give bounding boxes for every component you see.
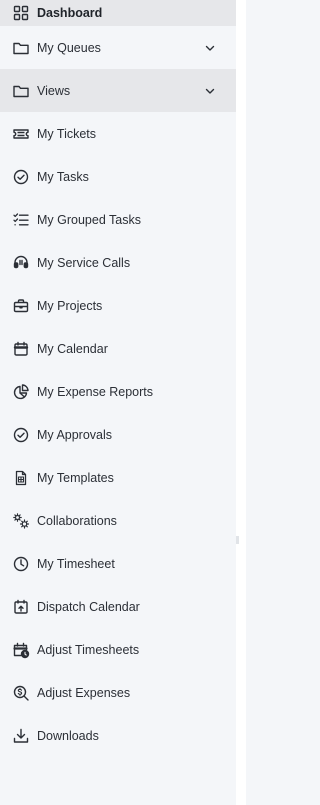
- check-circle-icon: [12, 168, 30, 186]
- chevron-down-icon[interactable]: [204, 85, 216, 97]
- sidebar-nav: Dashboard My Queues Views My Tickets My …: [0, 0, 236, 757]
- sidebar: Dashboard My Queues Views My Tickets My …: [0, 0, 236, 805]
- folder-icon: [12, 39, 30, 57]
- calendar-upload-icon: [12, 598, 30, 616]
- sidebar-item-label: Collaborations: [37, 513, 117, 528]
- sidebar-item-my-timesheet[interactable]: My Timesheet: [0, 542, 236, 585]
- sidebar-item-collaborations[interactable]: Collaborations: [0, 499, 236, 542]
- sidebar-item-my-tasks[interactable]: My Tasks: [0, 155, 236, 198]
- sidebar-item-dispatch-calendar[interactable]: Dispatch Calendar: [0, 585, 236, 628]
- sidebar-item-my-calendar[interactable]: My Calendar: [0, 327, 236, 370]
- sidebar-item-adjust-expenses[interactable]: Adjust Expenses: [0, 671, 236, 714]
- sidebar-item-label: My Projects: [37, 298, 103, 313]
- document-icon: [12, 469, 30, 487]
- ticket-icon: [12, 125, 30, 143]
- content-edge: [236, 0, 246, 805]
- sidebar-item-label: Adjust Timesheets: [37, 642, 140, 657]
- pie-chart-icon: [12, 383, 30, 401]
- sidebar-item-my-service-calls[interactable]: My Service Calls: [0, 241, 236, 284]
- sidebar-item-label: Adjust Expenses: [37, 685, 131, 700]
- sidebar-item-label: My Calendar: [37, 341, 108, 356]
- sidebar-item-my-templates[interactable]: My Templates: [0, 456, 236, 499]
- folder-icon: [12, 82, 30, 100]
- sidebar-item-label: My Queues: [37, 40, 101, 55]
- sidebar-item-label: Dashboard: [37, 6, 103, 20]
- download-icon: [12, 727, 30, 745]
- sidebar-item-my-tickets[interactable]: My Tickets: [0, 112, 236, 155]
- calendar-clock-icon: [12, 641, 30, 659]
- sidebar-item-my-expense-reports[interactable]: My Expense Reports: [0, 370, 236, 413]
- check-circle-icon: [12, 426, 30, 444]
- gears-icon: [12, 512, 30, 530]
- dashboard-grid-icon: [12, 4, 30, 22]
- sidebar-item-label: My Timesheet: [37, 556, 115, 571]
- search-dollar-icon: [12, 684, 30, 702]
- chevron-down-icon[interactable]: [204, 42, 216, 54]
- sidebar-item-label: Views: [37, 83, 71, 98]
- sidebar-item-dashboard[interactable]: Dashboard: [0, 0, 236, 26]
- sidebar-item-label: Dispatch Calendar: [37, 599, 140, 614]
- clock-icon: [12, 555, 30, 573]
- sidebar-item-label: My Approvals: [37, 427, 113, 442]
- sidebar-item-label: My Expense Reports: [37, 384, 154, 399]
- sidebar-item-my-grouped-tasks[interactable]: My Grouped Tasks: [0, 198, 236, 241]
- sidebar-item-label: Downloads: [37, 728, 99, 743]
- checklist-icon: [12, 211, 30, 229]
- sidebar-item-my-projects[interactable]: My Projects: [0, 284, 236, 327]
- sidebar-item-my-queues[interactable]: My Queues: [0, 26, 236, 69]
- sidebar-item-views[interactable]: Views: [0, 69, 236, 112]
- sidebar-item-label: My Templates: [37, 470, 114, 485]
- sidebar-item-label: My Tickets: [37, 126, 97, 141]
- sidebar-item-downloads[interactable]: Downloads: [0, 714, 236, 757]
- divider: [236, 536, 239, 544]
- calendar-icon: [12, 340, 30, 358]
- sidebar-item-adjust-timesheets[interactable]: Adjust Timesheets: [0, 628, 236, 671]
- sidebar-item-my-approvals[interactable]: My Approvals: [0, 413, 236, 456]
- sidebar-item-label: My Grouped Tasks: [37, 212, 141, 227]
- headset-icon: [12, 254, 30, 272]
- briefcase-icon: [12, 297, 30, 315]
- sidebar-item-label: My Service Calls: [37, 255, 131, 270]
- sidebar-item-label: My Tasks: [37, 169, 89, 184]
